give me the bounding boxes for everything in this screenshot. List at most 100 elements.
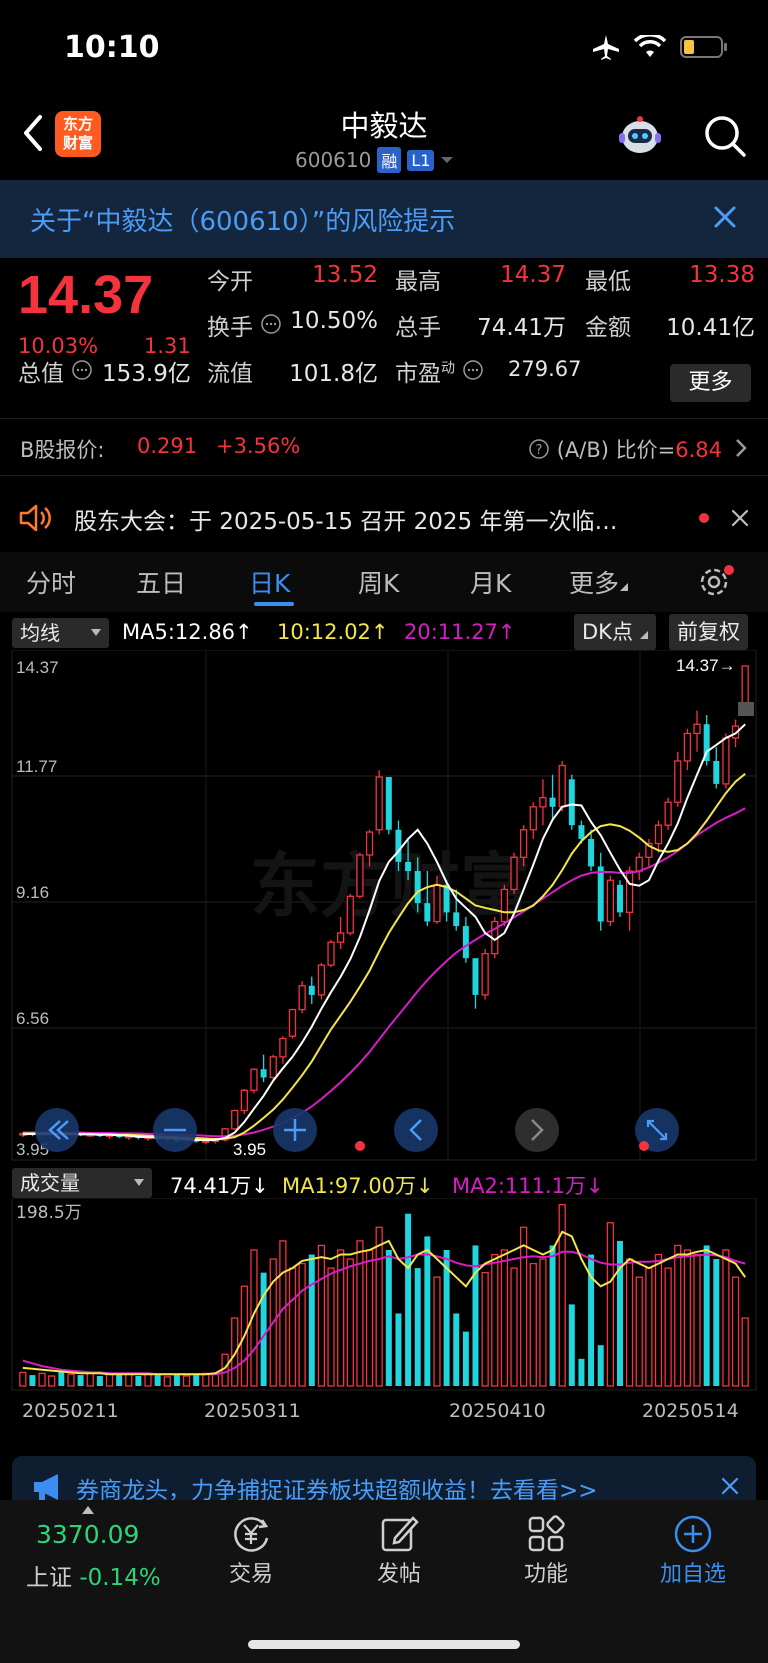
volume-bar [346, 1258, 354, 1387]
info-icon[interactable] [260, 313, 282, 335]
rewind-button[interactable] [35, 1108, 79, 1152]
next-button[interactable] [515, 1108, 559, 1152]
volume-bar [674, 1244, 682, 1387]
open-value: 13.52 [312, 262, 378, 288]
ma10-value: 10:12.02↑ [277, 620, 389, 644]
volume-bar [77, 1375, 84, 1386]
volume-bar [433, 1276, 441, 1387]
candle-body [539, 797, 547, 808]
tab-more[interactable]: 更多 [569, 564, 629, 600]
airplane-icon [593, 35, 619, 60]
volume-bar [568, 1304, 575, 1386]
watermark: 东方财富 [250, 844, 530, 927]
zoom-out-button[interactable] [153, 1108, 197, 1152]
volume-bar [405, 1213, 412, 1386]
volume-bar [86, 1371, 94, 1387]
yen-circle-icon [234, 1517, 269, 1552]
ma20-value: 20:11.27↑ [404, 620, 516, 644]
nav-functions[interactable]: 功能 [501, 1512, 591, 1588]
help-icon[interactable]: ? [528, 438, 550, 460]
chart-tabs: 分时 五日 日K 周K 月K 更多 [0, 552, 768, 612]
volume-bar [105, 1372, 114, 1387]
candle-body [231, 1109, 239, 1130]
b-share-pct: +3.56% [216, 434, 301, 458]
tab-monthly-k[interactable]: 月K [470, 564, 511, 600]
volume-bar [529, 1262, 537, 1387]
nav-trade[interactable]: 交易 [206, 1512, 296, 1588]
volume-bar [173, 1374, 180, 1386]
candle-body [414, 871, 421, 904]
candle-body [741, 665, 749, 706]
close-icon[interactable] [720, 1476, 740, 1496]
volume-bar [327, 1267, 335, 1387]
volume-bar [424, 1236, 431, 1386]
candle-body [405, 861, 412, 872]
tab-daily-k[interactable]: 日K [249, 564, 290, 600]
tab-weekly-k[interactable]: 周K [358, 564, 399, 600]
b-share-row[interactable]: B股报价: 0.291 +3.56% ? (A/B) 比价=6.84 [0, 418, 768, 476]
zoom-in-button[interactable] [273, 1108, 317, 1152]
date-label: 20250211 [22, 1400, 119, 1422]
candle-body [674, 760, 682, 803]
volume-bar [520, 1226, 528, 1387]
candle-body [472, 958, 479, 995]
prev-button[interactable] [394, 1108, 438, 1152]
y-axis-label-1: 11.77 [16, 757, 57, 776]
chevron-right-icon [736, 439, 747, 457]
home-indicator[interactable] [248, 1640, 520, 1649]
settings-icon[interactable] [696, 564, 736, 600]
robot-assistant-icon[interactable] [616, 113, 664, 159]
close-icon[interactable] [710, 202, 740, 232]
close-icon[interactable] [730, 508, 750, 528]
volume-dropdown[interactable]: 成交量 [12, 1168, 152, 1198]
quote-panel: 14.37 10.03% 1.31 今开 13.52 最高 14.37 最低 1… [0, 258, 768, 408]
dk-point-button[interactable]: DK点 [574, 614, 656, 650]
nav-add-watchlist[interactable]: 加自选 [648, 1512, 738, 1588]
candle-body [654, 824, 663, 845]
volume-bar [365, 1249, 374, 1387]
tab-intraday[interactable]: 分时 [26, 564, 76, 600]
meeting-notice[interactable]: 股东大会：于 2025-05-15 召开 2025 年第一次临… [0, 484, 768, 552]
ma5-value: MA5:12.86↑ [122, 620, 253, 644]
amount-label: 金额 [585, 315, 631, 341]
volume-bar [731, 1276, 740, 1387]
high-label: 最高 [395, 269, 441, 295]
info-icon[interactable] [71, 359, 93, 381]
candle-body [558, 764, 566, 808]
kline-chart[interactable]: 东方财富 14.37 11.77 9.16 6.56 3.95 14.37→ 3… [0, 650, 768, 1162]
index-value[interactable]: 3370.09 [36, 1520, 139, 1549]
stock-code: 600610 [295, 148, 372, 172]
candle-body [327, 941, 335, 966]
speaker-icon [19, 504, 51, 532]
volume-bar [597, 1345, 604, 1386]
search-icon[interactable] [702, 113, 748, 159]
status-icons [592, 34, 728, 60]
nav-post[interactable]: 发帖 [354, 1512, 444, 1588]
volume-bar [414, 1268, 421, 1386]
volume-chart[interactable]: 198.5万 [0, 1198, 768, 1398]
stock-code-row[interactable]: 600610 融 L1 [295, 147, 454, 173]
volume-bar [625, 1258, 634, 1387]
y-axis-label-0: 14.37 [16, 658, 59, 677]
more-button[interactable]: 更多 [670, 364, 751, 402]
risk-banner[interactable]: 关于“中毅达（600610）”的风险提示 [0, 180, 768, 258]
adjust-button[interactable]: 前复权 [669, 614, 748, 650]
candle-body [317, 964, 326, 996]
volume-bar [500, 1249, 509, 1387]
index-row[interactable]: 上证 -0.14% [26, 1558, 161, 1592]
tab-five-day[interactable]: 五日 [136, 564, 186, 600]
indicator-dropdown[interactable]: 均线 [12, 618, 109, 648]
low-value: 13.38 [689, 262, 755, 288]
candle-body [250, 1068, 258, 1091]
caret-down-icon [441, 157, 454, 163]
volume-bar [578, 1358, 585, 1386]
volume-bar [654, 1253, 663, 1387]
volume-bar [135, 1376, 142, 1386]
candle-body [395, 829, 402, 862]
candle-body [664, 801, 672, 826]
candle-body [588, 838, 595, 867]
candle-body [433, 884, 441, 923]
info-icon[interactable] [462, 359, 484, 381]
low-price-marker: 3.95 [233, 1140, 266, 1159]
pe-label: 市盈动 [395, 354, 484, 388]
